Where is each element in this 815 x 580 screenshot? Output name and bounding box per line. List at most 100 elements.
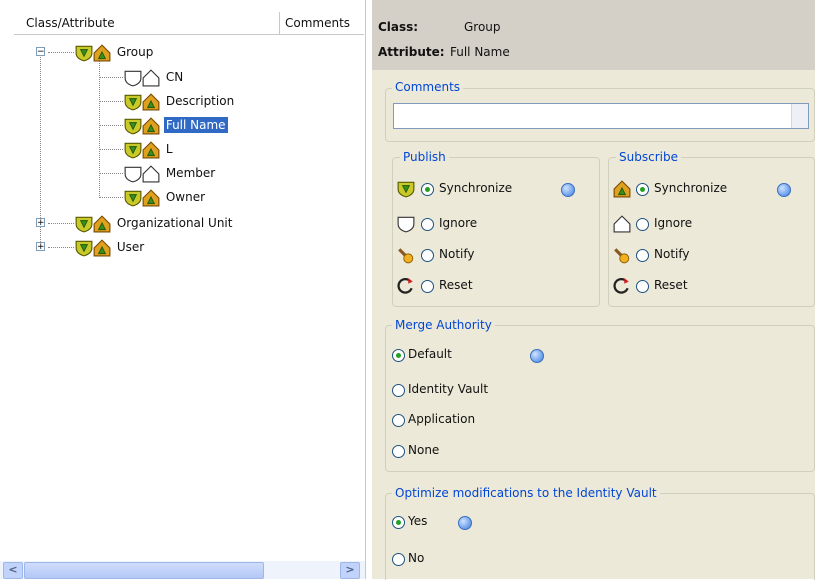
- publish-sync-icon: [397, 180, 415, 198]
- scroll-right-button[interactable]: >: [340, 562, 360, 579]
- scroll-left-button[interactable]: <: [3, 562, 23, 579]
- tree-line: [99, 197, 123, 198]
- info-icon[interactable]: [530, 349, 544, 363]
- tree-node-user[interactable]: User: [75, 237, 146, 257]
- header-comments[interactable]: Comments: [285, 16, 350, 30]
- tree-node-member[interactable]: Member: [124, 163, 217, 183]
- header-divider[interactable]: [279, 12, 280, 34]
- publish-notify-radio[interactable]: [421, 249, 434, 262]
- publish-title: Publish: [400, 150, 449, 164]
- publish-reset-radio[interactable]: [421, 280, 434, 293]
- merge-default-label[interactable]: Default: [408, 347, 452, 361]
- collapse-toggle[interactable]: −: [36, 47, 45, 57]
- tree-node-label: Owner: [165, 190, 206, 204]
- tree-node-label: CN: [165, 70, 184, 84]
- merge-application-label[interactable]: Application: [408, 412, 475, 426]
- subscribe-title: Subscribe: [616, 150, 681, 164]
- tree-node-label: L: [165, 142, 173, 156]
- subscribe-ignore-icon: [142, 69, 160, 87]
- merge-default-radio[interactable]: [392, 349, 405, 362]
- subscribe-notify-radio[interactable]: [636, 249, 649, 262]
- horizontal-scrollbar[interactable]: < >: [0, 561, 365, 579]
- subscribe-synchronize-label[interactable]: Synchronize: [654, 181, 727, 195]
- tree-line: [99, 77, 123, 78]
- tree-node-label: Member: [165, 166, 216, 180]
- tree-line: [48, 247, 74, 248]
- subscribe-sync-icon: [142, 117, 160, 135]
- tree-header: Class/Attribute Comments: [14, 12, 364, 35]
- tree-node-l[interactable]: L: [124, 139, 175, 159]
- notify-icon: [613, 246, 631, 264]
- tree-node-cn[interactable]: CN: [124, 67, 185, 87]
- comments-input[interactable]: [393, 103, 809, 129]
- comments-scrollbar[interactable]: [791, 104, 808, 128]
- optimize-no-label[interactable]: No: [408, 551, 424, 565]
- header-right-divider: [365, 0, 366, 579]
- info-icon[interactable]: [561, 183, 575, 197]
- publish-sync-icon: [75, 44, 93, 62]
- comments-title: Comments: [392, 80, 464, 94]
- expand-toggle[interactable]: +: [36, 242, 45, 252]
- tree-panel: Class/Attribute Comments − Group CN Desc…: [0, 0, 370, 579]
- merge-application-radio[interactable]: [392, 414, 405, 427]
- tree-line: [99, 125, 123, 126]
- optimize-no-radio[interactable]: [392, 553, 405, 566]
- tree-node-description[interactable]: Description: [124, 91, 236, 111]
- tree-node-owner[interactable]: Owner: [124, 187, 207, 207]
- expand-toggle[interactable]: +: [36, 218, 45, 228]
- tree-line: [99, 173, 123, 174]
- publish-ignore-icon: [124, 165, 142, 183]
- class-label: Class:: [378, 20, 419, 34]
- tree-node-full-name[interactable]: Full Name: [124, 115, 228, 135]
- publish-synchronize-label[interactable]: Synchronize: [439, 181, 512, 195]
- merge-none-radio[interactable]: [392, 445, 405, 458]
- reset-icon: [397, 277, 415, 295]
- scroll-thumb[interactable]: [24, 562, 264, 579]
- publish-ignore-label[interactable]: Ignore: [439, 216, 477, 230]
- subscribe-ignore-icon: [142, 165, 160, 183]
- subscribe-sync-icon: [142, 189, 160, 207]
- merge-identity-vault-label[interactable]: Identity Vault: [408, 382, 488, 396]
- optimize-title: Optimize modifications to the Identity V…: [392, 486, 660, 500]
- subscribe-sync-icon: [93, 44, 111, 62]
- tree-line: [48, 223, 74, 224]
- subscribe-sync-icon: [93, 215, 111, 233]
- publish-reset-label[interactable]: Reset: [439, 278, 473, 292]
- tree-line: [99, 60, 100, 198]
- header-class-attribute[interactable]: Class/Attribute: [26, 16, 115, 30]
- subscribe-synchronize-radio[interactable]: [636, 183, 649, 196]
- publish-sync-icon: [75, 215, 93, 233]
- optimize-yes-radio[interactable]: [392, 516, 405, 529]
- merge-none-label[interactable]: None: [408, 443, 439, 457]
- publish-sync-icon: [124, 93, 142, 111]
- reset-icon: [613, 277, 631, 295]
- publish-notify-label[interactable]: Notify: [439, 247, 474, 261]
- tree-line: [48, 52, 74, 53]
- merge-identity-vault-radio[interactable]: [392, 384, 405, 397]
- subscribe-notify-label[interactable]: Notify: [654, 247, 689, 261]
- subscribe-sync-icon: [93, 239, 111, 257]
- subscribe-reset-radio[interactable]: [636, 280, 649, 293]
- tree-node-label: Group: [116, 45, 154, 59]
- publish-sync-icon: [124, 117, 142, 135]
- tree-node-label: Full Name: [163, 117, 228, 133]
- tree-node-label: Organizational Unit: [116, 216, 233, 230]
- subscribe-sync-icon: [142, 141, 160, 159]
- publish-ignore-icon: [397, 215, 415, 233]
- subscribe-sync-icon: [142, 93, 160, 111]
- publish-ignore-radio[interactable]: [421, 218, 434, 231]
- tree-node-group[interactable]: Group: [75, 42, 155, 62]
- attribute-label: Attribute:: [378, 45, 445, 59]
- subscribe-reset-label[interactable]: Reset: [654, 278, 688, 292]
- tree-node-organizational-unit[interactable]: Organizational Unit: [75, 213, 234, 233]
- publish-sync-icon: [124, 141, 142, 159]
- subscribe-ignore-label[interactable]: Ignore: [654, 216, 692, 230]
- info-icon[interactable]: [777, 183, 791, 197]
- subscribe-ignore-radio[interactable]: [636, 218, 649, 231]
- publish-synchronize-radio[interactable]: [421, 183, 434, 196]
- optimize-yes-label[interactable]: Yes: [408, 514, 427, 528]
- info-icon[interactable]: [458, 516, 472, 530]
- tree-node-label: Description: [165, 94, 235, 108]
- publish-sync-icon: [124, 189, 142, 207]
- notify-icon: [397, 246, 415, 264]
